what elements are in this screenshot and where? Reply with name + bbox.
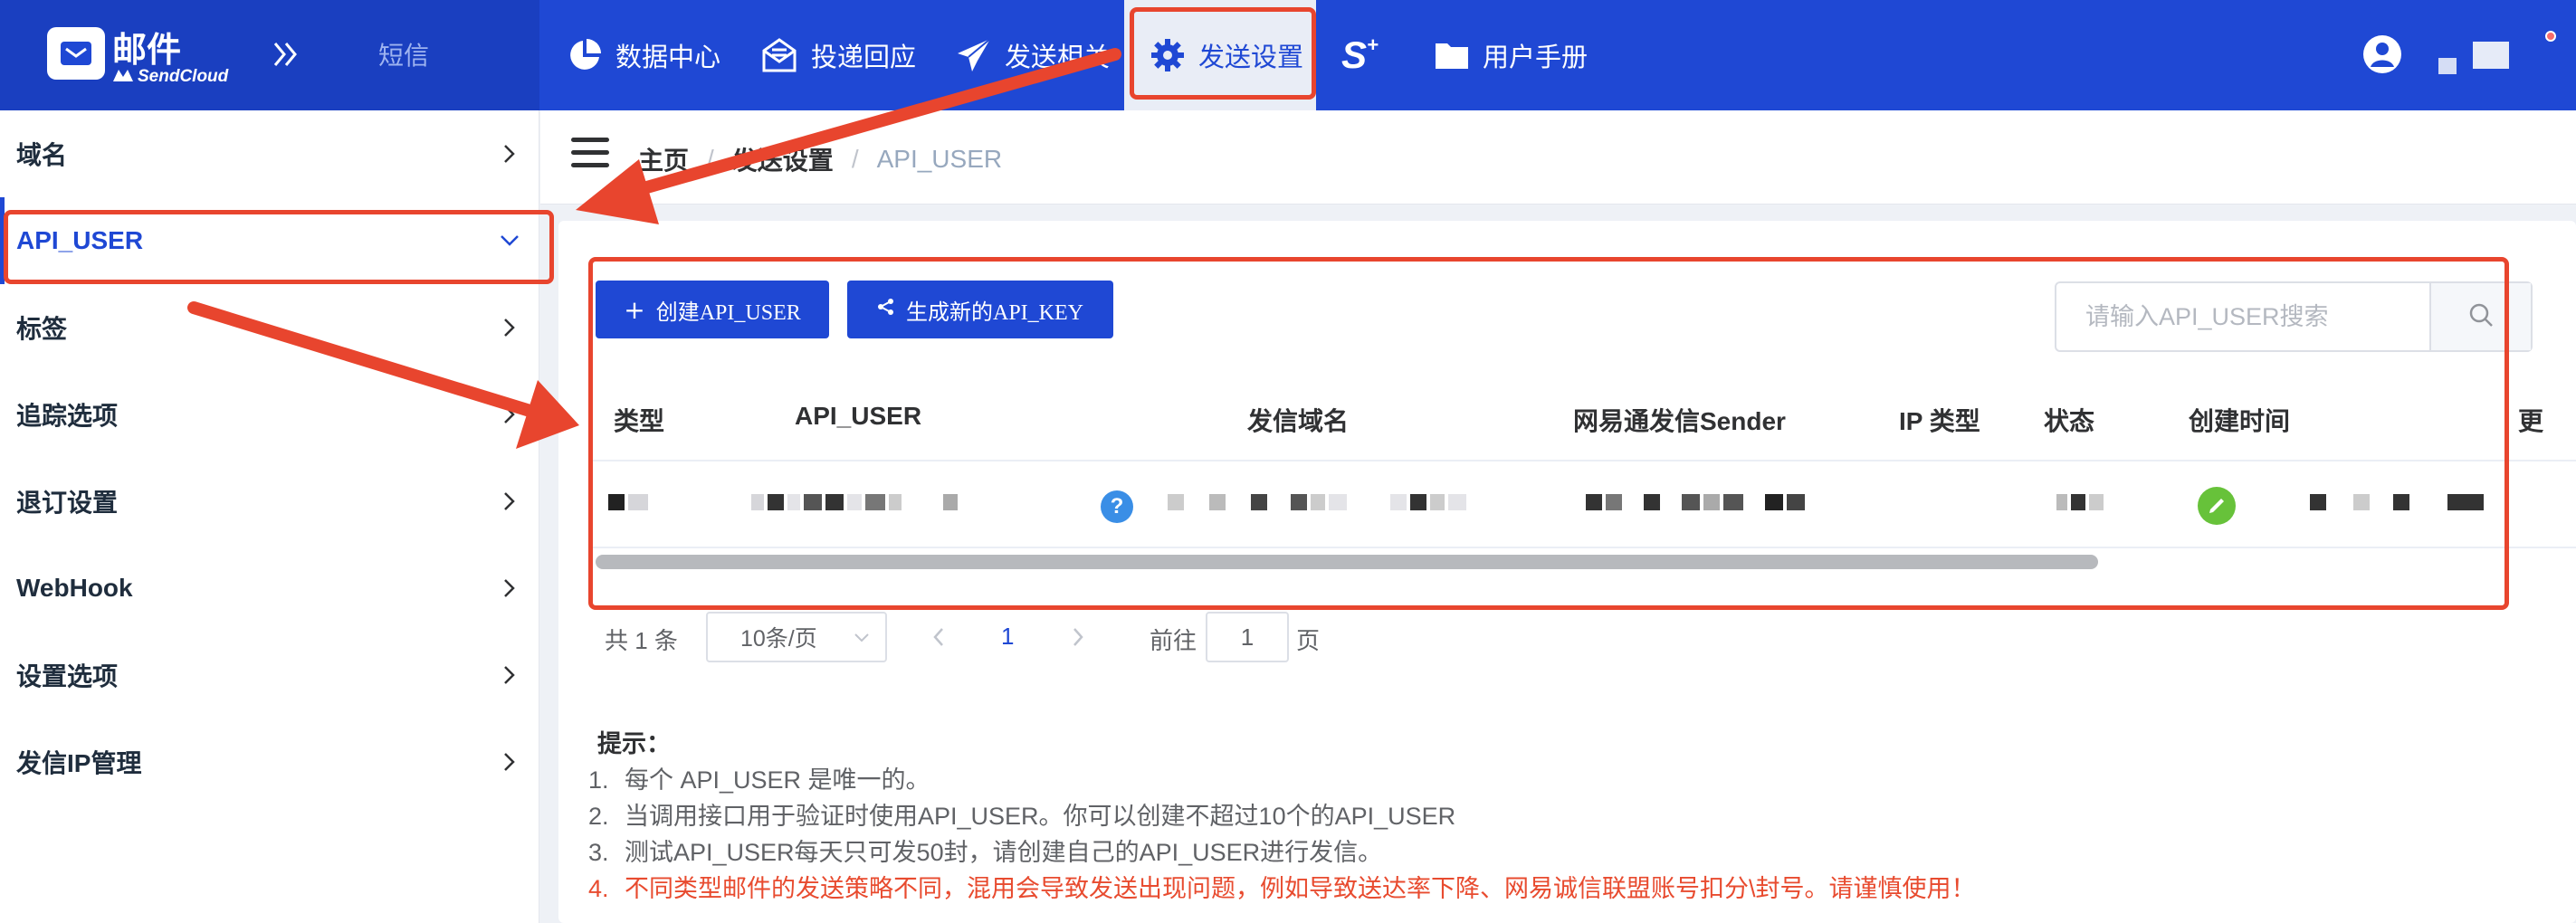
chevron-right-icon: [500, 491, 520, 511]
double-chevron-right-icon[interactable]: [272, 34, 299, 79]
chevron-right-icon: [500, 752, 520, 772]
chevron-right-icon: [500, 665, 520, 685]
sidebar-item-settings[interactable]: 设置选项: [0, 632, 539, 718]
nav-sendcloud-plus[interactable]: S +: [1341, 0, 1391, 110]
chevron-down-icon: [853, 626, 871, 652]
folder-icon: [1434, 40, 1470, 71]
breadcrumb-separator: /: [851, 145, 859, 173]
tip-item-warning: 4. 不同类型邮件的发送策略不同，混用会导致发送出现问题，例如导致送达率下降、网易…: [588, 875, 1976, 902]
breadcrumb-bar: 主页 / 发送设置 / API_USER: [540, 110, 2576, 205]
annotation-highlight-api-user: [4, 210, 554, 284]
sidebar-item-domain[interactable]: 域名: [0, 110, 539, 197]
sidebar-item-tracking[interactable]: 追踪选项: [0, 371, 539, 458]
breadcrumb-current: API_USER: [876, 145, 1003, 173]
chevron-right-icon: [500, 144, 520, 164]
nav-sending-related[interactable]: 发送相关: [956, 0, 1110, 110]
brand-area: 邮件 SendCloud 短信: [0, 0, 539, 110]
breadcrumb: 主页 / 发送设置 / API_USER: [638, 141, 1002, 177]
breadcrumb-send-settings[interactable]: 发送设置: [732, 141, 834, 177]
sendcloud-s-plus-icon: S +: [1341, 33, 1379, 76]
user-avatar-icon[interactable]: [2362, 34, 2402, 74]
page-size-select[interactable]: 10条/页: [706, 612, 887, 662]
annotation-highlight-table: [588, 257, 2509, 610]
tip-item: 1. 每个 API_USER 是唯一的。: [588, 766, 930, 794]
goto-page-input[interactable]: 1: [1206, 612, 1289, 662]
username-redacted-2: [2473, 42, 2509, 69]
sidebar-item-sending-ip[interactable]: 发信IP管理: [0, 718, 539, 805]
prev-page-button[interactable]: [932, 624, 945, 653]
tips-title: 提示：: [597, 730, 671, 757]
notification-dot: [2545, 31, 2556, 42]
nav-delivery-response[interactable]: 投递回应: [760, 0, 916, 110]
nav-data-center[interactable]: 数据中心: [567, 0, 720, 110]
sidebar-item-webhook[interactable]: WebHook: [0, 545, 539, 632]
hamburger-menu-icon[interactable]: [571, 138, 609, 170]
th-more: 更: [2518, 407, 2544, 435]
pie-chart-icon: [567, 37, 603, 73]
tip-item: 3. 测试API_USER每天只可发50封，请创建自己的API_USER进行发信。: [588, 839, 1383, 866]
sidebar-item-tags[interactable]: 标签: [0, 284, 539, 371]
chevron-right-icon: [500, 318, 520, 338]
chevron-right-icon: [500, 578, 520, 598]
chevron-right-icon: [500, 404, 520, 424]
current-page-number[interactable]: 1: [1001, 623, 1014, 651]
tip-item: 2. 当调用接口用于验证时使用API_USER。你可以创建不超过10个的API_U…: [588, 803, 1456, 830]
nav-user-manual[interactable]: 用户手册: [1434, 0, 1588, 110]
sidebar-item-unsubscribe[interactable]: 退订设置: [0, 458, 539, 545]
chevron-right-icon: [1073, 628, 1083, 646]
next-page-button[interactable]: [1072, 624, 1084, 653]
breadcrumb-home[interactable]: 主页: [638, 141, 689, 177]
username-redacted: [2438, 58, 2457, 74]
brand-subtitle: SendCloud: [112, 67, 228, 87]
mail-feedback-icon: [760, 36, 798, 74]
pagination-goto-label: 前往: [1150, 627, 1197, 654]
pagination-total: 共 1 条: [605, 627, 678, 654]
mail-logo-icon[interactable]: [47, 27, 105, 80]
annotation-highlight-send-settings: [1130, 7, 1316, 100]
chevron-left-icon: [933, 628, 943, 646]
nav-sms[interactable]: 短信: [378, 36, 429, 72]
breadcrumb-separator: /: [707, 145, 714, 173]
paper-plane-icon: [956, 37, 992, 73]
brand-title: 邮件: [112, 32, 182, 70]
pagination-page-unit: 页: [1296, 627, 1321, 654]
